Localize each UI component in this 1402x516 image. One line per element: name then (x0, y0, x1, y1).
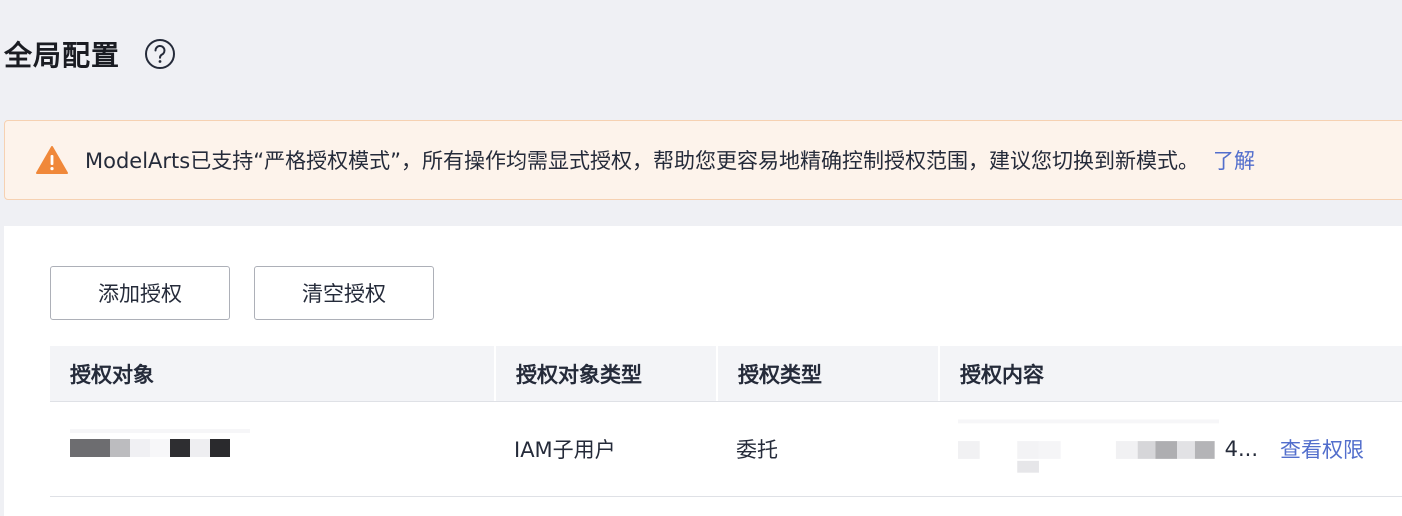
clear-authorization-button[interactable]: 清空授权 (254, 266, 434, 320)
view-permissions-link[interactable]: 查看权限 (1280, 434, 1364, 464)
column-header-object-type: 授权对象类型 (494, 346, 716, 401)
strict-mode-notice: ModelArts已支持“严格授权模式”，所有操作均需显式授权，帮助您更容易地精… (4, 120, 1402, 200)
cell-actions: 查看权限 (1260, 402, 1402, 496)
add-authorization-button[interactable]: 添加授权 (50, 266, 230, 320)
cell-auth-type: 委托 (736, 438, 778, 462)
page-title: 全局配置 (4, 39, 121, 72)
column-header-object: 授权对象 (70, 362, 154, 387)
content-ellipsis: 4... (1224, 437, 1258, 461)
redacted-object-name (70, 429, 250, 457)
authorization-panel: 添加授权 清空授权 授权对象 授权对象类型 授权类型 授权内容 IAM子用户 委… (4, 226, 1402, 516)
table-header: 授权对象 授权对象类型 授权类型 授权内容 (50, 346, 1402, 402)
cell-object-type: IAM子用户 (514, 438, 616, 462)
notice-text: ModelArts已支持“严格授权模式”，所有操作均需显式授权，帮助您更容易地精… (85, 149, 1199, 173)
column-header-auth-type: 授权类型 (716, 346, 938, 401)
cell-object (50, 402, 494, 496)
title-row: 全局配置 (4, 34, 176, 74)
table-row: IAM子用户 委托 4... 查看权限 (50, 402, 1402, 497)
warning-icon (35, 145, 69, 175)
redacted-content (958, 419, 1219, 473)
cell-content: 4... (938, 402, 1258, 496)
help-icon[interactable] (144, 38, 176, 70)
learn-more-link[interactable]: 了解 (1213, 145, 1255, 175)
column-header-content: 授权内容 (938, 346, 1402, 401)
